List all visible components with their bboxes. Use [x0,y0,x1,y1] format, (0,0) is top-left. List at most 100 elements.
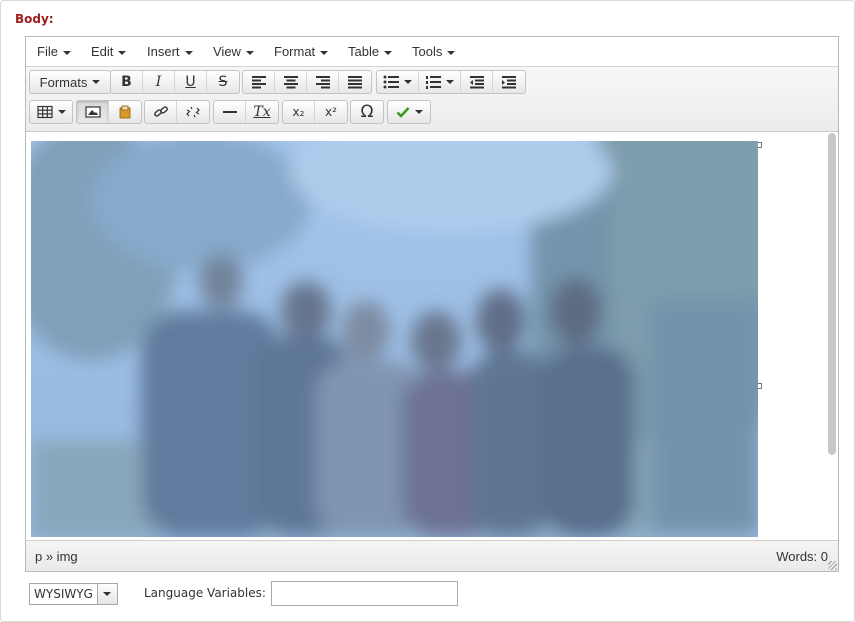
bold-button[interactable]: B [111,71,143,93]
file-icon [119,105,131,119]
caret-down-icon [118,50,127,55]
underline-button[interactable]: U [175,71,207,93]
numbered-list-button[interactable] [419,71,461,93]
menu-tools-label: Tools [412,44,443,59]
subscript-button[interactable]: x₂ [283,101,315,123]
formats-group: Formats [29,70,111,94]
menu-edit-label: Edit [91,44,114,59]
format-extra-group: Tx [213,100,279,124]
omega-icon: Ω [360,102,374,122]
special-character-button[interactable]: Ω [351,101,383,123]
word-count: Words: 0 [776,549,828,564]
menu-file-label: File [37,44,58,59]
menubar: File Edit Insert View Format Table Tools [26,37,838,67]
table-button[interactable] [30,101,72,123]
link-button[interactable] [145,101,177,123]
spellcheck-group [387,100,431,124]
special-char-group: Ω [350,100,384,124]
table-icon [36,105,53,119]
italic-button[interactable]: I [143,71,175,93]
outdent-icon [469,76,484,89]
caret-down-icon [103,592,112,596]
unlink-icon [186,106,200,118]
align-justify-button[interactable] [339,71,371,93]
align-center-button[interactable] [275,71,307,93]
italic-icon: I [155,74,162,90]
align-justify-icon [348,76,362,89]
language-variables-label: Language Variables: [144,586,266,600]
spellcheck-button[interactable] [388,101,430,123]
align-right-icon [315,76,330,89]
menu-insert[interactable]: Insert [147,44,193,59]
resize-handle-top-right[interactable] [758,142,762,148]
text-style-group: B I U S [110,70,240,94]
link-icon [153,106,168,117]
embedded-image[interactable] [31,141,758,537]
superscript-button[interactable]: x² [315,101,347,123]
menu-format[interactable]: Format [274,44,329,59]
rich-text-editor: File Edit Insert View Format Table Tools… [25,36,839,572]
caret-down-icon [446,80,454,84]
indent-button[interactable] [493,71,525,93]
dropdown-arrow [96,584,117,604]
body-field-label: Body: [15,12,54,26]
menu-edit[interactable]: Edit [91,44,127,59]
caret-down-icon [404,80,412,84]
group-photo-image [31,141,758,537]
caret-down-icon [62,50,71,55]
subscript-icon: x₂ [292,105,305,119]
clear-formatting-icon: Tx [253,104,271,120]
menu-table[interactable]: Table [348,44,393,59]
caret-down-icon [245,50,254,55]
editor-mode-select[interactable]: WYSIWYG [29,583,118,605]
toolbar: Formats B I U S Tx x₂ x² Ω [26,67,838,132]
vertical-scrollbar[interactable] [828,133,836,455]
caret-down-icon [320,50,329,55]
caret-down-icon [447,50,456,55]
strikethrough-button[interactable]: S [207,71,239,93]
menu-file[interactable]: File [37,44,71,59]
horizontal-rule-icon [222,111,237,113]
numbered-list-icon [426,76,441,89]
element-path[interactable]: p » img [35,549,78,564]
menu-insert-label: Insert [147,44,180,59]
strikethrough-icon: S [218,74,228,90]
indent-icon [502,76,516,89]
bullet-list-icon [383,75,399,89]
language-variables-input[interactable] [271,581,458,606]
menu-view[interactable]: View [213,44,254,59]
editor-panel: Body: File Edit Insert View Format Table… [0,0,855,622]
caret-down-icon [57,110,66,114]
list-indent-group [376,70,526,94]
superscript-icon: x² [325,105,337,119]
unlink-button[interactable] [177,101,209,123]
bullet-list-button[interactable] [377,71,419,93]
align-left-icon [251,76,266,89]
menu-table-label: Table [348,44,380,59]
menu-format-label: Format [274,44,316,59]
insert-file-button[interactable] [109,101,141,123]
clear-formatting-button[interactable]: Tx [246,101,278,123]
resize-handle-right[interactable] [758,383,762,389]
image-button[interactable] [77,101,109,123]
formats-dropdown[interactable]: Formats [30,71,110,93]
align-left-button[interactable] [243,71,275,93]
checkmark-icon [396,107,409,118]
editor-content-area[interactable] [26,133,838,539]
underline-icon: U [185,74,196,90]
formats-label: Formats [39,74,88,90]
align-right-button[interactable] [307,71,339,93]
media-group [76,100,142,124]
caret-down-icon [384,50,393,55]
bold-icon: B [121,74,132,90]
script-group: x₂ x² [282,100,348,124]
editor-mode-value: WYSIWYG [34,587,93,601]
horizontal-rule-button[interactable] [214,101,246,123]
menu-view-label: View [213,44,241,59]
link-group [144,100,210,124]
menu-tools[interactable]: Tools [412,44,456,59]
status-bar: p » img Words: 0 [26,540,838,571]
caret-down-icon [184,50,193,55]
outdent-button[interactable] [461,71,493,93]
resize-grip-icon[interactable] [828,561,837,570]
